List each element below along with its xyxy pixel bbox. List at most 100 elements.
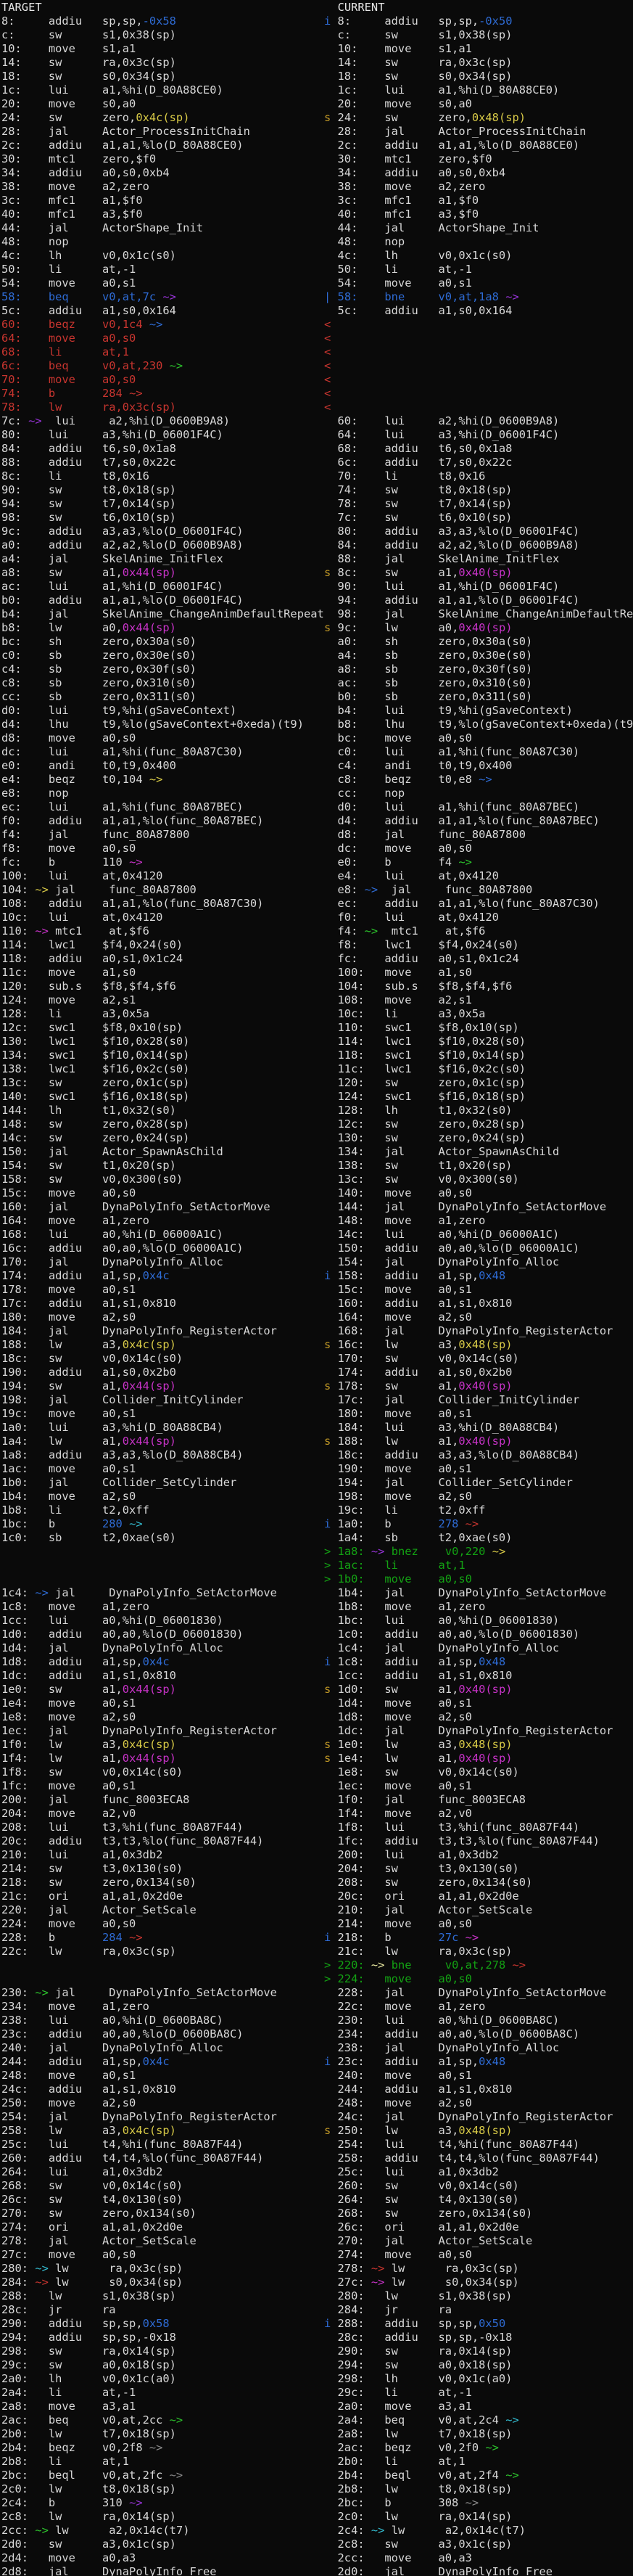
asm-line: c0: sb zero,0x30e(s0) [1,649,328,663]
asm-line: fc: addiu a0,s1,0x1c24 [324,952,633,966]
asm-line: 4c: lh v0,0x1c(s0) [1,249,328,263]
asm-line: dc: lui a1,%hi(func_80A87C30) [1,745,328,759]
asm-line: cc: nop [324,787,633,800]
asm-line: 94: sw t7,0x14(sp) [1,497,328,511]
asm-line: 29c: li at,-1 [324,2386,633,2400]
asm-line: f8: move a0,s0 [1,842,328,856]
asm-line: a8: sb zero,0x30f(s0) [324,663,633,676]
asm-line: 2a0: lh v0,0x1c(a0) [1,2372,328,2386]
asm-line: 18c: sw v0,0x14c(s0) [1,1352,328,1366]
asm-line: 14: sw ra,0x3c(sp) [324,56,633,70]
asm-line: 298: sw ra,0x14(sp) [1,2345,328,2358]
asm-line: 40: mfc1 a3,$f0 [324,208,633,221]
asm-line: 30: mtc1 zero,$f0 [1,152,328,166]
asm-line: 1d8: addiu a1,sp,0x4c [1,1655,328,1669]
asm-line: 2c: addiu a1,a1,%lo(D_80A88CE0) [1,139,328,152]
asm-line: 1e4: move a0,s1 [1,1697,328,1710]
asm-line: 150: addiu a0,a0,%lo(D_06000A1C) [324,1242,633,1255]
asm-line: 19c: move a0,s1 [1,1407,328,1421]
asm-line: 188: lw a3,0x4c(sp) [1,1338,328,1352]
asm-line: 1dc: jal DynaPolyInfo_RegisterActor [324,1724,633,1738]
asm-line: 24c: addiu a1,s1,0x810 [1,2083,328,2096]
asm-line: i 218: b 27c ~> [324,1931,633,1945]
asm-line: 14c: lui a0,%hi(D_06000A1C) [324,1228,633,1242]
asm-line: 20: move s0,a0 [1,97,328,111]
asm-line: 144: jal DynaPolyInfo_SetActorMove [324,1200,633,1214]
asm-line: e0: b f4 ~> [324,856,633,869]
asm-line: 148: sw zero,0x28(sp) [1,1117,328,1131]
asm-line: 288: lw s1,0x38(sp) [1,2289,328,2303]
target-column[interactable]: TARGET 8: addiu sp,sp,-0x58c: sw s1,0x38… [1,1,328,2576]
asm-line: < [324,387,633,401]
asm-line: 1c8: move a1,zero [1,1600,328,1614]
asm-line: 184: jal DynaPolyInfo_RegisterActor [1,1324,328,1338]
asm-diff-view: TARGET 8: addiu sp,sp,-0x58c: sw s1,0x38… [0,0,633,2576]
asm-line: < [324,401,633,414]
asm-line: 114: lwc1 $f4,0x24(s0) [1,938,328,952]
asm-line: 22c: lw ra,0x3c(sp) [1,1945,328,1958]
asm-line: f8: lwc1 $f4,0x24(s0) [324,938,633,952]
asm-line: 20c: addiu t3,t3,%lo(func_80A87F44) [1,1834,328,1848]
asm-line: 60: lui a2,%hi(D_0600B9A8) [324,414,633,428]
asm-line: ac: sb zero,0x310(s0) [324,676,633,690]
asm-line: 1ec: move a0,s1 [324,1779,633,1793]
asm-line: 114: lwc1 $f10,0x28(s0) [324,1035,633,1049]
asm-line: 2d0: sw a3,0x1c(sp) [1,2538,328,2551]
asm-line: 108: addiu a1,a1,%lo(func_80A87C30) [1,897,328,911]
asm-line: 1b8: li t2,0xff [1,1504,328,1517]
asm-line: 238: jal DynaPolyInfo_Alloc [324,2041,633,2055]
asm-line [1,1545,328,1559]
asm-line: 2a8: lw t7,0x18(sp) [324,2427,633,2441]
asm-line: bc: move a0,s0 [324,731,633,745]
asm-line: 2ac: beq v0,at,2cc ~> [1,2413,328,2427]
asm-line: 29c: sw a0,0x18(sp) [1,2358,328,2372]
asm-line: 17c: addiu a1,s1,0x810 [1,1297,328,1310]
asm-line [1,1958,328,1972]
asm-line: 54: move a0,s1 [1,276,328,290]
asm-line: 2b4: beqz v0,2f8 ~> [1,2441,328,2455]
asm-line: 208: sw zero,0x134(s0) [324,1876,633,1890]
asm-line: 104: sub.s $f8,$f4,$f6 [324,980,633,993]
asm-line: 1cc: addiu a1,s1,0x810 [324,1669,633,1683]
asm-line: c4: sb zero,0x30f(s0) [1,663,328,676]
asm-line: 1c: lui a1,%hi(D_80A88CE0) [1,83,328,97]
asm-line: 1d4: jal DynaPolyInfo_Alloc [1,1641,328,1655]
asm-line: 260: sw v0,0x14c(s0) [324,2179,633,2193]
asm-line [1,1559,328,1572]
asm-line: 2b0: lw t7,0x18(sp) [1,2427,328,2441]
asm-line: 38: move a2,zero [1,180,328,194]
asm-line: 1d0: addiu a0,a0,%lo(D_06001830) [1,1628,328,1641]
asm-line: 68: addiu t6,s0,0x1a8 [324,442,633,456]
asm-line: 48: nop [324,235,633,249]
asm-line: 168: lui a0,%hi(D_06000A1C) [1,1228,328,1242]
asm-line: 1c0: sb t2,0xae(s0) [1,1531,328,1545]
asm-line: 5c: addiu a1,s0,0x164 [1,304,328,318]
asm-line: 2d0: jal DynaPolyInfo_Free [324,2565,633,2576]
asm-line: 2c: addiu a1,a1,%lo(D_80A88CE0) [324,139,633,152]
asm-line: s 1d0: sw a1,0x40(sp) [324,1683,633,1697]
asm-line: 138: sw t1,0x20(sp) [324,1159,633,1173]
asm-line: 60: beqz v0,1c4 ~> [1,318,328,332]
asm-line: 18: sw s0,0x34(sp) [1,70,328,83]
asm-line: < [324,359,633,373]
asm-line: 194: sw a1,0x44(sp) [1,1379,328,1393]
asm-line: 234: addiu a0,a0,%lo(D_0600BA8C) [324,2027,633,2041]
asm-line: c0: lui a1,%hi(func_80A87C30) [324,745,633,759]
asm-line: 1b4: jal DynaPolyInfo_SetActorMove [324,1586,633,1600]
asm-line: 220: jal Actor_SetScale [1,1903,328,1917]
asm-line: 244: addiu a1,s1,0x810 [324,2083,633,2096]
asm-line: 28c: jr ra [1,2303,328,2317]
asm-line: 98: sw t6,0x10(sp) [1,511,328,525]
asm-line: 8c: li t8,0x16 [1,469,328,483]
asm-line: 248: move a2,s0 [324,2096,633,2110]
asm-line: > 1b0: move a0,s0 [324,1572,633,1586]
asm-line: f4: ~> mtc1 at,$f6 [324,924,633,938]
asm-line: 1a4: sb t2,0xae(s0) [324,1531,633,1545]
asm-line: 19c: li t2,0xff [324,1504,633,1517]
current-column[interactable]: CURRENT i 8: addiu sp,sp,-0x50 c: sw s1,… [324,1,633,2576]
asm-line: 258: addiu t4,t4,%lo(func_80A87F44) [324,2152,633,2165]
asm-line: 21c: lw ra,0x3c(sp) [324,1945,633,1958]
asm-line [1,1572,328,1586]
asm-line: < [324,332,633,345]
asm-line: 120: sub.s $f8,$f4,$f6 [1,980,328,993]
